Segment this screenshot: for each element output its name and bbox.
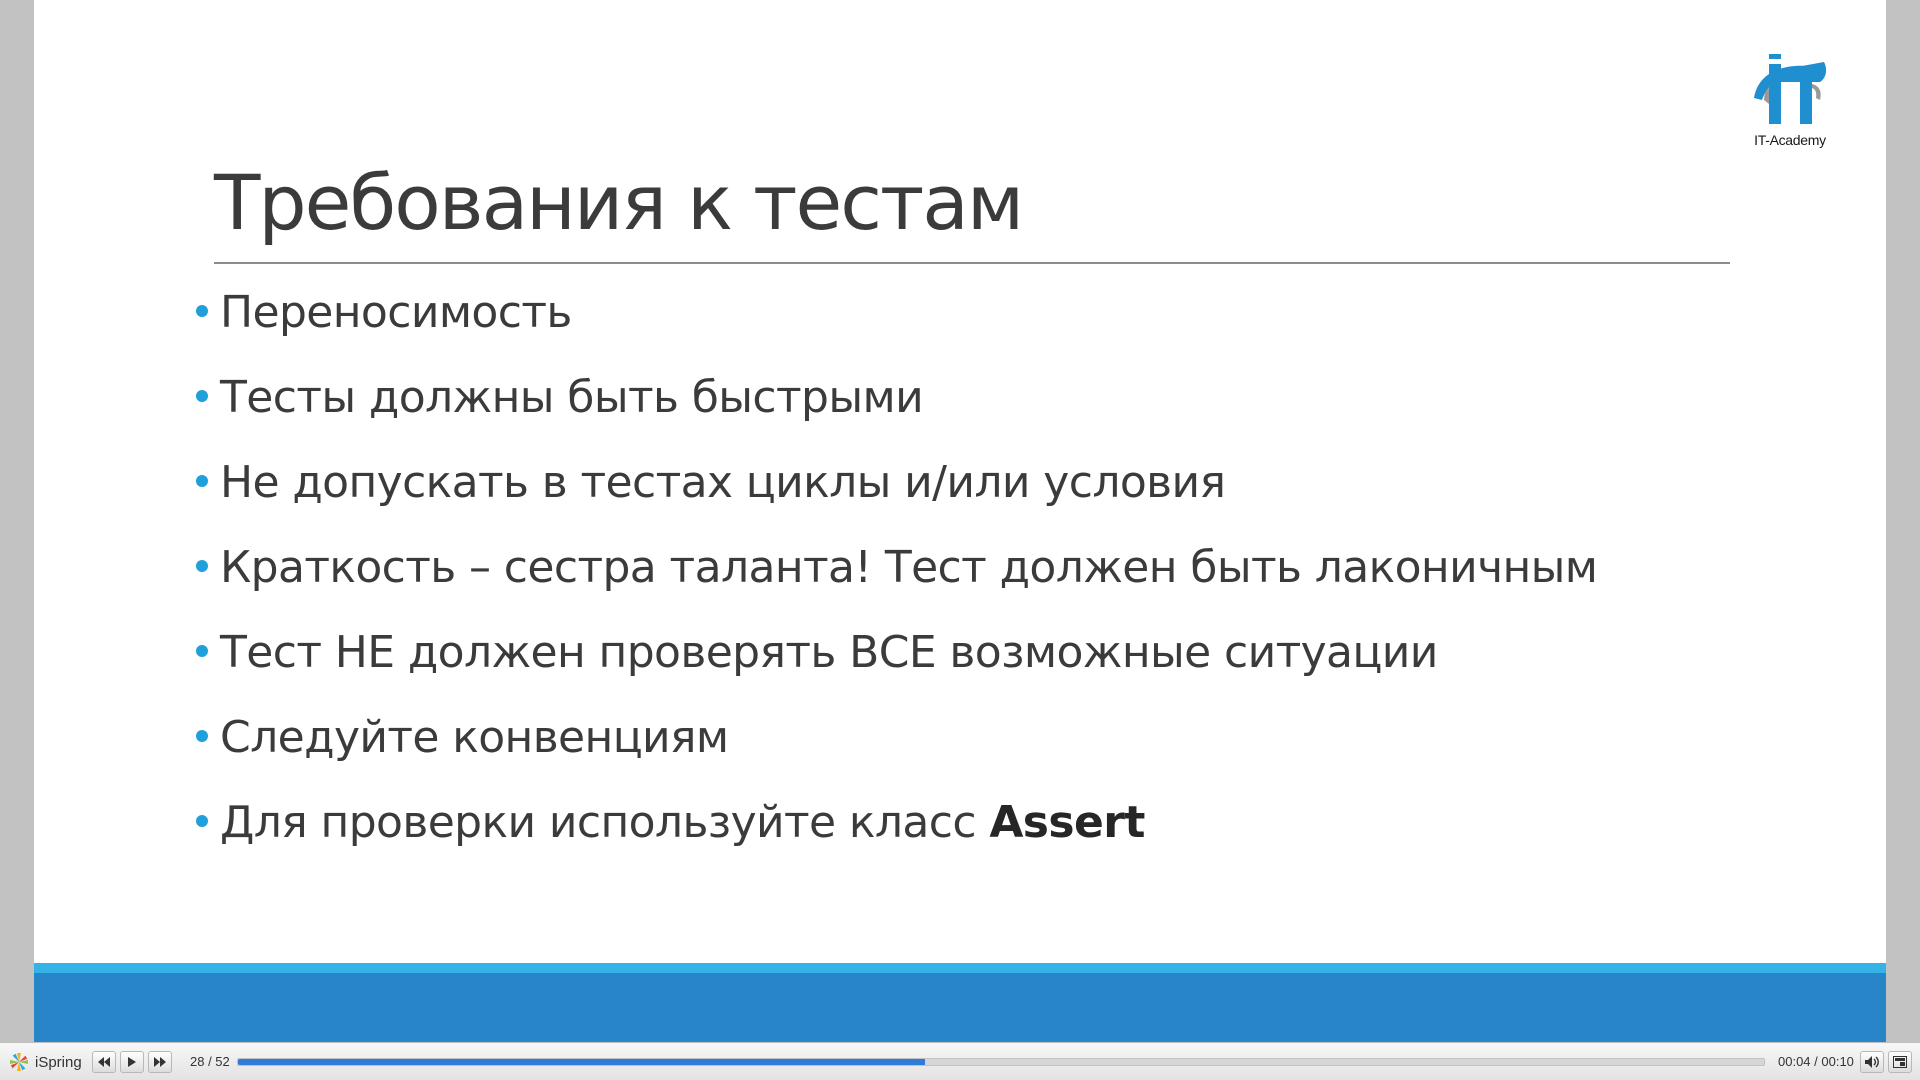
progress-fill bbox=[238, 1059, 925, 1065]
fullscreen-icon bbox=[1893, 1056, 1907, 1068]
bullet-dot-icon bbox=[196, 390, 208, 402]
bullet-text: Краткость – сестра таланта! Тест должен … bbox=[220, 542, 1598, 593]
volume-button[interactable] bbox=[1860, 1051, 1884, 1073]
bullet-text: Тест НЕ должен проверять ВСЕ возможные с… bbox=[220, 627, 1438, 678]
volume-icon bbox=[1865, 1056, 1879, 1068]
ispring-pinwheel-icon bbox=[10, 1053, 28, 1071]
it-academy-logo: IT-Academy bbox=[1740, 48, 1840, 158]
bullet-dot-icon bbox=[196, 645, 208, 657]
bullet-text: Не допускать в тестах циклы и/или услови… bbox=[220, 457, 1226, 508]
bullet-text: Для проверки используйте класс Assert bbox=[220, 797, 1145, 848]
footer-band-dark bbox=[34, 973, 1886, 1042]
rewind-icon bbox=[98, 1057, 110, 1067]
ispring-brand-label: iSpring bbox=[35, 1053, 82, 1071]
bullet-dot-icon bbox=[196, 815, 208, 827]
player-bar: iSpring 28 / 52 00:04 / 00:10 bbox=[0, 1042, 1920, 1080]
it-academy-logo-icon bbox=[1754, 54, 1827, 124]
next-slide-button[interactable] bbox=[148, 1051, 172, 1073]
bullet-text: Переносимость bbox=[220, 287, 572, 338]
play-icon bbox=[128, 1057, 136, 1067]
bullet-dot-icon bbox=[196, 560, 208, 572]
logo-caption: IT-Academy bbox=[1754, 132, 1826, 148]
bullet-dot-icon bbox=[196, 730, 208, 742]
footer-band-light bbox=[34, 963, 1886, 973]
previous-slide-button[interactable] bbox=[92, 1051, 116, 1073]
fast-forward-icon bbox=[154, 1057, 166, 1067]
bullet-text: Тесты должны быть быстрыми bbox=[220, 372, 924, 423]
fullscreen-button[interactable] bbox=[1888, 1051, 1912, 1073]
time-readout: 00:04 / 00:10 bbox=[1778, 1054, 1854, 1069]
bullet-dot-icon bbox=[196, 305, 208, 317]
ispring-brand[interactable]: iSpring bbox=[8, 1051, 82, 1073]
play-button[interactable] bbox=[120, 1051, 144, 1073]
title-divider bbox=[214, 262, 1730, 264]
slide: IT-Academy Требования к тестам Переносим… bbox=[34, 0, 1886, 1042]
presentation-stage: IT-Academy Требования к тестам Переносим… bbox=[0, 0, 1920, 1042]
slide-title: Требования к тестам bbox=[214, 158, 1024, 247]
bullet-text: Следуйте конвенциям bbox=[220, 712, 729, 763]
progress-bar[interactable] bbox=[237, 1058, 1765, 1066]
slide-counter: 28 / 52 bbox=[190, 1054, 230, 1069]
bullet-dot-icon bbox=[196, 475, 208, 487]
